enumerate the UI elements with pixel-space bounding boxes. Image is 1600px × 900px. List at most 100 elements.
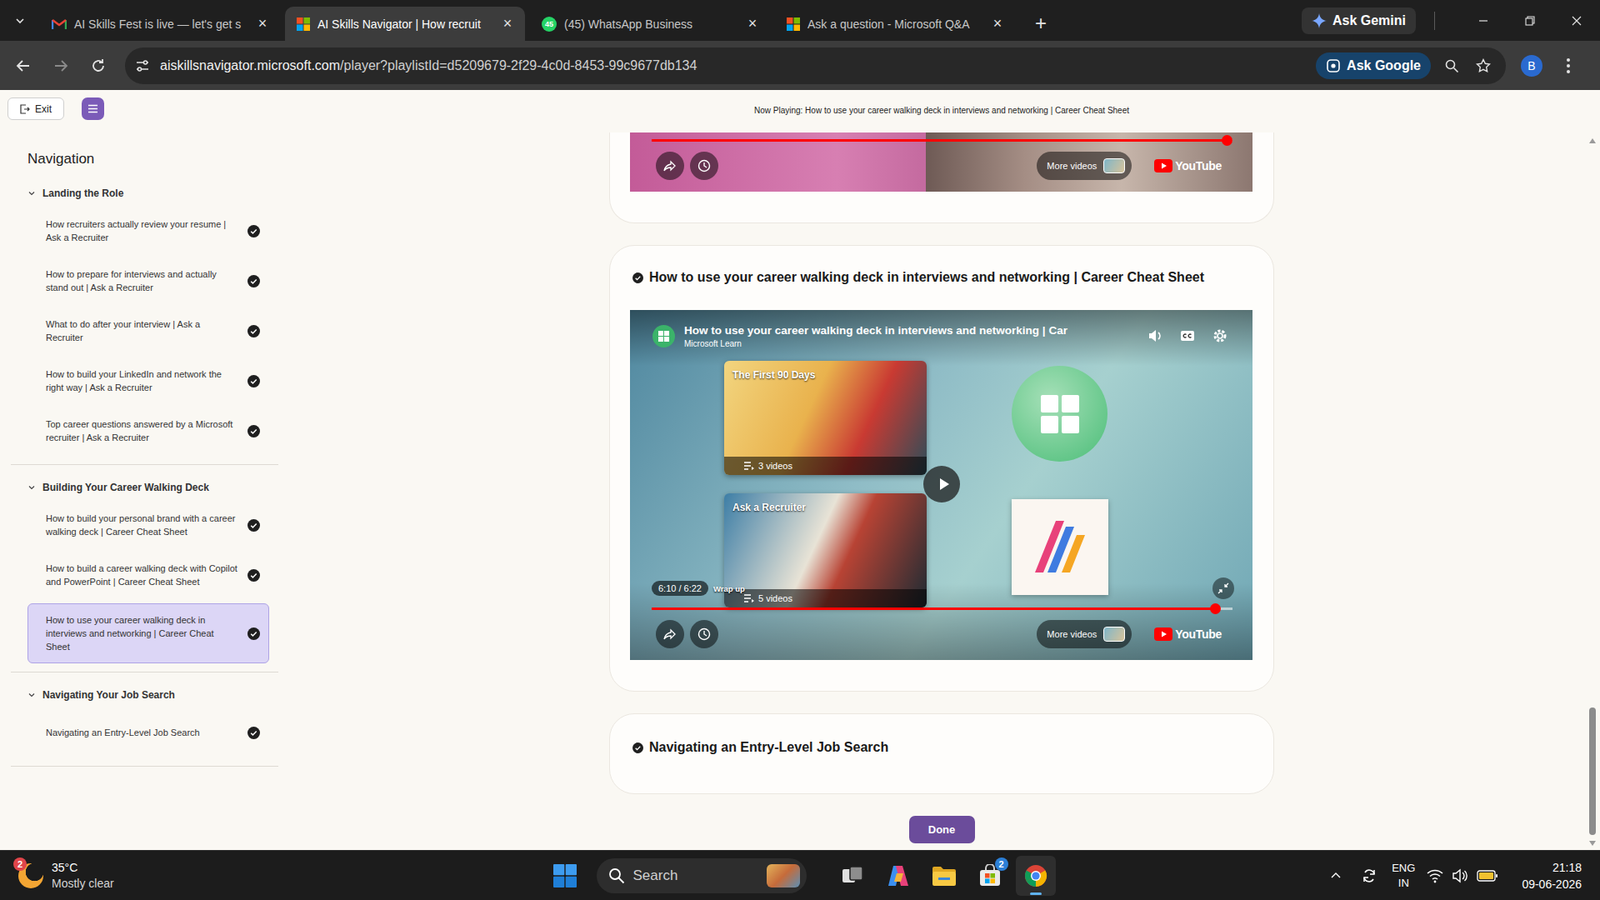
volume-icon bbox=[1451, 868, 1469, 884]
browser-tab[interactable]: Ask a question - Microsoft Q&A × bbox=[775, 6, 1015, 41]
clock[interactable]: 21:1809-06-2026 bbox=[1521, 859, 1582, 893]
site-settings-icon bbox=[135, 58, 150, 74]
playlist-icon bbox=[744, 461, 755, 470]
ask-gemini-label: Ask Gemini bbox=[1332, 13, 1406, 29]
bookmark-button[interactable] bbox=[1472, 58, 1495, 74]
captions-button[interactable] bbox=[1170, 327, 1204, 345]
nav-section-header[interactable]: Navigating Your Job Search bbox=[10, 682, 279, 708]
progress-handle[interactable] bbox=[1221, 135, 1233, 146]
sync-icon bbox=[1360, 867, 1378, 885]
browser-menu-button[interactable] bbox=[1554, 51, 1583, 80]
profile-avatar[interactable]: B bbox=[1520, 55, 1543, 77]
nav-item[interactable]: How to build your LinkedIn and network t… bbox=[27, 355, 270, 406]
tab-label: AI Skills Navigator | How recruit bbox=[317, 17, 491, 31]
new-tab-button[interactable]: + bbox=[1026, 9, 1055, 38]
wifi-icon bbox=[1426, 868, 1444, 884]
nav-section-header[interactable]: Landing the Role bbox=[10, 180, 279, 206]
tab-close-button[interactable]: × bbox=[988, 15, 1007, 34]
check-circle-icon bbox=[247, 225, 260, 238]
nav-item[interactable]: Top career questions answered by a Micro… bbox=[27, 405, 270, 456]
show-hidden-icons-button[interactable] bbox=[1325, 870, 1347, 882]
video-title[interactable]: How to use your career walking deck in i… bbox=[684, 324, 1139, 337]
video-player[interactable]: The First 90 Days3 videos Ask a Recruiter… bbox=[630, 310, 1253, 660]
tab-close-button[interactable]: × bbox=[743, 15, 762, 34]
ask-google-button[interactable]: Ask Google bbox=[1315, 52, 1431, 80]
nav-item[interactable]: How to build your personal brand with a … bbox=[27, 500, 270, 550]
quick-settings[interactable] bbox=[1426, 868, 1499, 884]
tab-label: Ask a question - Microsoft Q&A bbox=[807, 17, 981, 31]
input-language[interactable]: ENGIN bbox=[1391, 860, 1415, 891]
scroll-up-arrow-icon[interactable] bbox=[1588, 137, 1597, 145]
chrome-app-button[interactable] bbox=[1015, 855, 1056, 896]
close-window-button[interactable] bbox=[1553, 0, 1600, 41]
scrollbar[interactable] bbox=[1585, 132, 1600, 850]
nav-section: Building Your Career Walking DeckHow to … bbox=[10, 475, 279, 673]
exit-button[interactable]: Exit bbox=[7, 97, 65, 120]
share-button[interactable] bbox=[655, 620, 685, 649]
taskbar-search[interactable]: Search bbox=[596, 858, 807, 894]
task-view-app-button[interactable] bbox=[832, 855, 873, 896]
channel-name[interactable]: Microsoft Learn bbox=[684, 339, 1139, 349]
lesson-card[interactable]: Navigating an Entry-Level Job Search bbox=[609, 713, 1275, 795]
browser-tab[interactable]: 45(45) WhatsApp Business× bbox=[530, 6, 770, 41]
nav-item[interactable]: How to use your career walking deck in i… bbox=[27, 603, 270, 664]
tab-label: (45) WhatsApp Business bbox=[564, 17, 736, 31]
menu-toggle-button[interactable] bbox=[81, 97, 105, 120]
tab-close-button[interactable]: × bbox=[498, 15, 517, 34]
reload-icon bbox=[90, 57, 107, 75]
watch-later-button[interactable] bbox=[690, 620, 719, 649]
video-player[interactable]: More videos YouTube bbox=[630, 132, 1253, 192]
folder-icon bbox=[931, 865, 957, 887]
start-button[interactable] bbox=[545, 855, 585, 896]
zoom-button[interactable] bbox=[1440, 58, 1463, 74]
nav-item[interactable]: How to build a career walking deck with … bbox=[27, 550, 270, 600]
nav-item[interactable]: What to do after your interview | Ask a … bbox=[27, 305, 270, 356]
volume-button[interactable] bbox=[1138, 327, 1171, 345]
address-bar[interactable]: aiskillsnavigator.microsoft.com/player?p… bbox=[125, 47, 1506, 85]
chapter-label[interactable]: Wrap up bbox=[713, 584, 745, 594]
nav-item[interactable]: How recruiters actually review your resu… bbox=[27, 205, 270, 256]
browser-tab[interactable]: AI Skills Navigator | How recruit × bbox=[285, 6, 525, 41]
sync-button[interactable] bbox=[1358, 867, 1380, 885]
minimize-button[interactable] bbox=[1460, 0, 1507, 41]
channel-avatar[interactable] bbox=[652, 325, 675, 348]
progress-bar[interactable] bbox=[651, 607, 1233, 610]
forward-button[interactable] bbox=[46, 51, 75, 80]
windows-grid-icon bbox=[1039, 393, 1081, 435]
nav-section: Landing the RoleHow recruiters actually … bbox=[10, 180, 279, 465]
nav-item[interactable]: How to prepare for interviews and actual… bbox=[27, 255, 270, 306]
tab-close-button[interactable]: × bbox=[253, 15, 272, 34]
nav-section-header[interactable]: Building Your Career Walking Deck bbox=[10, 475, 279, 500]
scroll-down-arrow-icon[interactable] bbox=[1588, 840, 1597, 847]
clock-icon bbox=[697, 159, 711, 173]
youtube-logo[interactable]: YouTube bbox=[1154, 159, 1222, 173]
reload-button[interactable] bbox=[84, 51, 113, 80]
copilot-app-button[interactable] bbox=[878, 855, 919, 896]
weather-widget[interactable]: 235°CMostly clear bbox=[18, 860, 115, 892]
progress-handle[interactable] bbox=[1210, 603, 1221, 615]
done-button[interactable]: Done bbox=[909, 815, 975, 844]
ask-gemini-button[interactable]: Ask Gemini bbox=[1301, 7, 1416, 35]
restore-button[interactable] bbox=[1506, 0, 1554, 41]
channel-logo[interactable] bbox=[1011, 365, 1108, 462]
explorer-app-button[interactable] bbox=[924, 855, 965, 896]
scroll-thumb[interactable] bbox=[1589, 707, 1596, 835]
store-app-button[interactable]: 2 bbox=[970, 855, 1010, 896]
end-screen-video[interactable] bbox=[1011, 499, 1109, 595]
nav-item[interactable]: Navigating an Entry-Level Job Search bbox=[27, 707, 270, 758]
settings-button[interactable] bbox=[1203, 327, 1236, 345]
share-button[interactable] bbox=[655, 151, 685, 180]
browser-tab[interactable]: AI Skills Fest is live — let's get s× bbox=[40, 6, 280, 41]
end-screen-playlist[interactable]: Ask a Recruiter5 videos bbox=[724, 493, 927, 608]
watch-later-button[interactable] bbox=[690, 151, 719, 180]
exit-fullscreen-button[interactable] bbox=[1212, 577, 1235, 600]
end-screen-playlist[interactable]: The First 90 Days3 videos bbox=[724, 360, 927, 475]
back-button[interactable] bbox=[9, 51, 38, 80]
more-videos-button[interactable]: More videos bbox=[1036, 620, 1132, 649]
tab-search-button[interactable] bbox=[3, 4, 37, 38]
progress-bar[interactable] bbox=[651, 139, 1233, 142]
youtube-logo[interactable]: YouTube bbox=[1154, 627, 1222, 641]
check-circle-icon bbox=[247, 726, 260, 740]
play-button[interactable] bbox=[923, 465, 960, 503]
more-videos-button[interactable]: More videos bbox=[1036, 151, 1132, 180]
